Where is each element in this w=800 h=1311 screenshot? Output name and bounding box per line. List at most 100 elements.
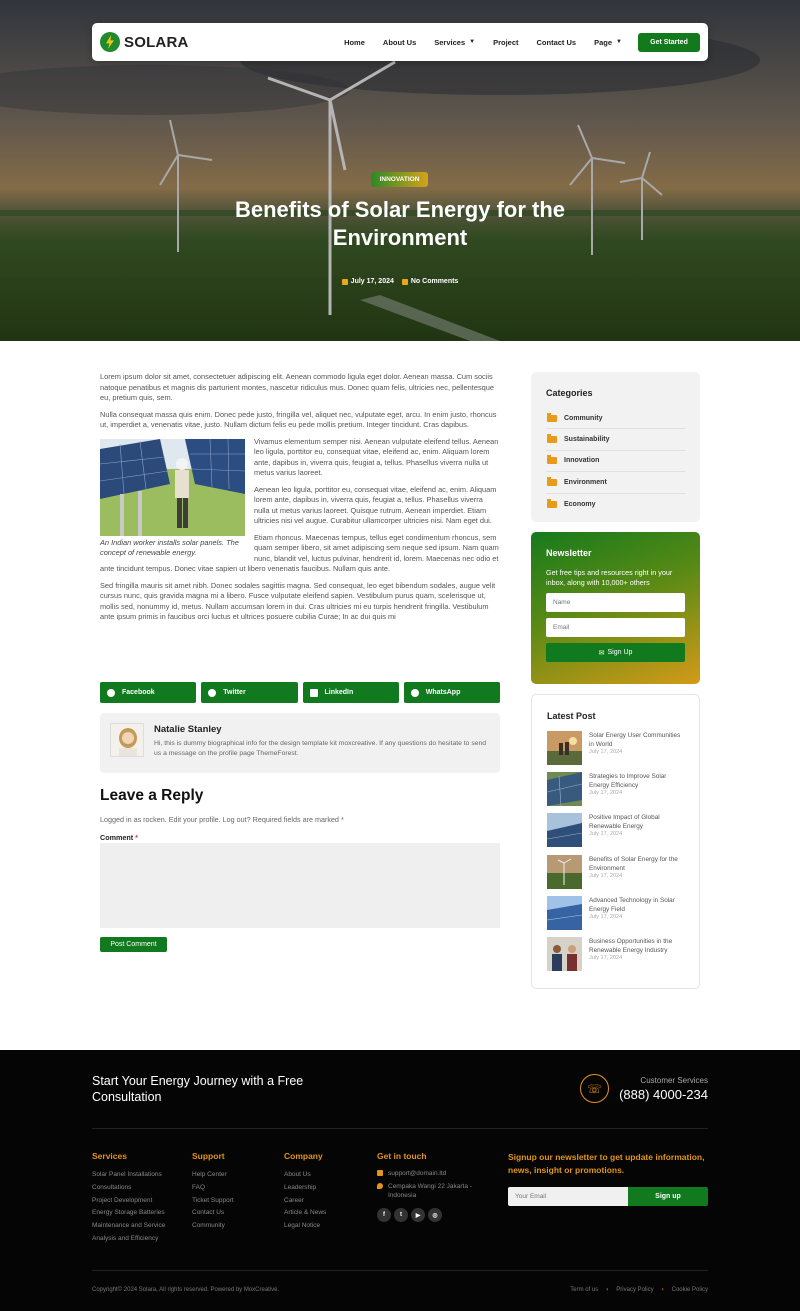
footer-link[interactable]: Analysis and Efficiency [92,1233,165,1246]
post-thumbnail[interactable] [547,854,582,889]
footer: Start Your Energy Journey with a Free Co… [0,1050,800,1311]
latest-post-date: July 17, 2024 [589,872,623,879]
post-comments[interactable]: No Comments [401,278,459,285]
logo[interactable]: SOLARA [100,32,189,52]
latest-post-title[interactable]: Advanced Technology in Solar Energy Fiel… [589,896,684,914]
footer-link[interactable]: Leadership [284,1182,326,1195]
post-thumbnail[interactable] [547,936,582,971]
signup-label: Sign Up [607,649,633,656]
share-twitter-button[interactable]: Twitter [201,682,298,703]
footer-link[interactable]: Maintenance and Service [92,1220,165,1233]
footer-phone[interactable]: (888) 4000-234 [619,1087,708,1102]
logged-in-note: Logged in as rocken. Edit your profile. … [100,815,344,824]
nav-label: Page [594,37,613,47]
post-comments-text: No Comments [410,278,459,285]
category-badge[interactable]: INNOVATION [371,172,428,187]
nav-item-about[interactable]: About Us [374,38,425,47]
latest-post-item[interactable]: Solar Energy User Communities in World Ju… [547,731,684,772]
category-item[interactable]: Community [546,408,685,430]
footer-newsletter-title: Signup our newsletter to get update info… [508,1152,705,1175]
share-whatsapp-button[interactable]: WhatsApp [403,682,500,703]
folder-icon [547,412,557,422]
post-meta: July 17, 2024 No Comments [0,278,800,285]
latest-post-text: Solar Energy User Communities in World Ju… [589,731,684,772]
worker-solar-panel-image [100,438,245,536]
legal-link[interactable]: Cookie Policy [672,1287,708,1293]
latest-post-title[interactable]: Solar Energy User Communities in World [589,731,684,749]
footer-link[interactable]: Legal Notice [284,1220,326,1233]
latest-post-date: July 17, 2024 [589,749,623,755]
newsletter-name-input[interactable] [546,593,685,612]
footer-column-title: Get in touch [377,1151,427,1161]
post-thumbnail[interactable] [547,772,582,807]
latest-post-item[interactable]: Advanced Technology in Solar Energy Fiel… [547,895,684,937]
latest-post-item[interactable]: Benefits of Solar Energy for the Environ… [547,854,684,896]
latest-post-item[interactable]: Positive Impact of Global Renewable Ener… [547,813,684,854]
newsletter-title: Newsletter [546,548,592,558]
newsletter-signup-button[interactable]: ✉ Sign Up [546,643,685,662]
footer-link[interactable]: Project Development [92,1195,165,1208]
footer-services-column: Services Solar Panel Installations Consu… [92,1151,165,1246]
footer-link[interactable]: About Us [284,1169,326,1182]
footer-link[interactable]: Community [192,1220,234,1233]
chevron-down-icon: ▼ [616,39,622,45]
footer-divider [92,1270,708,1271]
category-item[interactable]: Sustainability [546,429,685,451]
latest-post-title[interactable]: Strategies to Improve Solar Energy Effic… [589,772,684,790]
twitter-icon[interactable]: t [394,1208,408,1222]
share-facebook-button[interactable]: Facebook [100,682,197,703]
author-bio: Hi, this is dummy biographical info for … [154,740,487,757]
footer-column-title: Services [92,1151,127,1161]
post-thumbnail[interactable] [547,895,582,930]
instagram-icon[interactable]: ◎ [428,1208,442,1222]
location-pin-icon [377,1183,383,1189]
nav-item-home[interactable]: Home [335,38,374,47]
avatar[interactable] [110,723,144,757]
post-date[interactable]: July 17, 2024 [341,278,394,285]
footer-link[interactable]: Energy Storage Batteries [92,1207,165,1220]
footer-link[interactable]: Article & News [284,1207,326,1220]
contact-address-text: Cempaka Wangi 22 Jakarta - Indonesia [388,1183,472,1199]
nav-item-services[interactable]: Services ▼ [425,38,484,47]
share-linkedin-button[interactable]: LinkedIn [302,682,399,703]
footer-link[interactable]: Solar Panel Installations [92,1169,165,1182]
latest-post-text: Business Opportunities in the Renewable … [589,937,684,978]
footer-link[interactable]: Consultations [92,1182,165,1195]
footer-column-title: Support [192,1151,225,1161]
legal-link[interactable]: Term of us [570,1287,598,1293]
footer-link[interactable]: Contact Us [192,1207,234,1220]
footer-link[interactable]: Career [284,1195,326,1208]
comment-textarea[interactable] [100,843,500,928]
post-thumbnail[interactable] [547,813,582,848]
category-item[interactable]: Economy [546,494,685,515]
youtube-icon[interactable]: ▶ [411,1208,425,1222]
legal-link[interactable]: Privacy Policy [616,1287,653,1293]
contact-email[interactable]: support@domain.ltd [377,1169,472,1178]
latest-post-title[interactable]: Benefits of Solar Energy for the Environ… [589,855,684,873]
footer-email-input[interactable] [508,1187,628,1206]
twitter-icon [208,688,217,697]
latest-post-item[interactable]: Strategies to Improve Solar Energy Effic… [547,772,684,813]
category-item[interactable]: Environment [546,472,685,494]
footer-signup-button[interactable]: Sign up [628,1187,708,1206]
newsletter-email-input[interactable] [546,618,685,637]
latest-post-date: July 17, 2024 [589,913,623,920]
category-item[interactable]: Innovation [546,451,685,473]
nav-item-contact[interactable]: Contact Us [528,38,586,47]
latest-post-title[interactable]: Positive Impact of Global Renewable Ener… [589,813,684,831]
latest-post-item[interactable]: Business Opportunities in the Renewable … [547,936,684,978]
latest-post-text: Benefits of Solar Energy for the Environ… [589,855,684,896]
post-comment-button[interactable]: Post Comment [100,937,167,952]
get-started-button[interactable]: Get Started [638,32,700,52]
article-paragraph: Sed fringilla mauris sit amet nibh. Done… [100,580,496,622]
post-thumbnail[interactable] [547,731,582,765]
author-name[interactable]: Natalie Stanley [154,724,222,735]
footer-link[interactable]: Help Center [192,1169,234,1182]
nav-item-page[interactable]: Page ▼ [585,38,631,47]
latest-post-title[interactable]: Business Opportunities in the Renewable … [589,937,684,955]
footer-link[interactable]: FAQ [192,1182,234,1195]
nav-item-project[interactable]: Project [484,38,527,47]
category-label: Innovation [564,457,600,465]
footer-link[interactable]: Ticket Support [192,1195,234,1208]
facebook-icon[interactable]: f [377,1208,391,1222]
